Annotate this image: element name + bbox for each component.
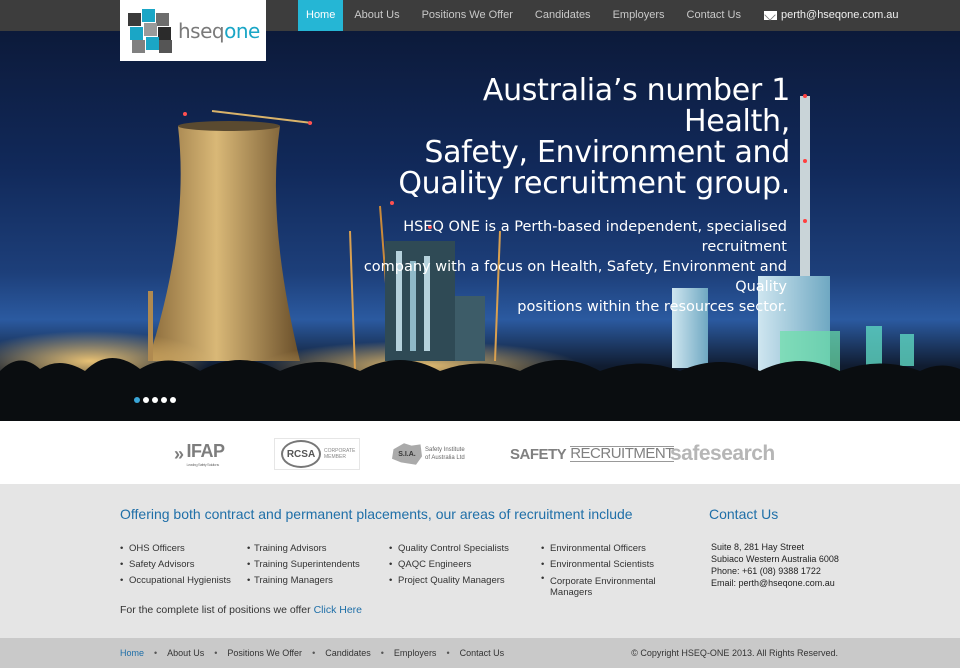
slider-dot-4[interactable] bbox=[161, 397, 167, 403]
list-item: Project Quality Managers bbox=[389, 573, 509, 589]
footer-link-home[interactable]: Home bbox=[120, 648, 144, 658]
footer-link-candidates[interactable]: Candidates bbox=[325, 648, 371, 658]
contact-heading: Contact Us bbox=[709, 506, 779, 522]
ifap-chevron-icon: » bbox=[174, 443, 184, 464]
list-item: Safety Advisors bbox=[120, 557, 231, 573]
mail-icon bbox=[763, 11, 777, 20]
safesearch-logo[interactable]: safesearch bbox=[670, 438, 775, 470]
ifap-logo[interactable]: » IFAP Leading Safety Solutions bbox=[174, 438, 225, 470]
click-here-link[interactable]: Click Here bbox=[314, 604, 362, 616]
slider-dot-1[interactable] bbox=[134, 397, 140, 403]
list-item: Quality Control Specialists bbox=[389, 541, 509, 557]
positions-list-prompt: For the complete list of positions we of… bbox=[120, 604, 363, 616]
contact-address-line-1: Suite 8, 281 Hay Street bbox=[711, 542, 805, 552]
footer-link-about-us[interactable]: About Us bbox=[167, 648, 204, 658]
contact-address-line-2: Subiaco Western Australia 6008 bbox=[711, 554, 839, 564]
hero-banner: Australia’s number 1 Health, Safety, Env… bbox=[0, 31, 960, 421]
slider-pagination bbox=[134, 397, 176, 403]
hero-headline: Australia’s number 1 Health, Safety, Env… bbox=[398, 73, 790, 201]
safety-recruitment-logo[interactable]: SAFETY RECRUITMENT bbox=[510, 438, 674, 470]
list-item: Environmental Officers bbox=[541, 541, 681, 557]
slider-dot-3[interactable] bbox=[152, 397, 158, 403]
slider-dot-2[interactable] bbox=[143, 397, 149, 403]
recruitment-areas-section: Offering both contract and permanent pla… bbox=[0, 484, 960, 638]
slider-dot-5[interactable] bbox=[170, 397, 176, 403]
footer-link-positions[interactable]: Positions We Offer bbox=[227, 648, 302, 658]
nav-about-us[interactable]: About Us bbox=[343, 0, 410, 31]
nav-candidates[interactable]: Candidates bbox=[524, 0, 602, 31]
list-item: Training Managers bbox=[247, 573, 360, 589]
main-nav: Home About Us Positions We Offer Candida… bbox=[298, 0, 910, 31]
list-item: OHS Officers bbox=[120, 541, 231, 557]
areas-column-1: OHS Officers Safety Advisors Occupationa… bbox=[120, 541, 231, 589]
list-item: Occupational Hygienists bbox=[120, 573, 231, 589]
list-item: Training Advisors bbox=[247, 541, 360, 557]
list-item: Corporate Environmental Managers bbox=[541, 573, 681, 598]
cube-logo-icon bbox=[128, 8, 172, 53]
copyright-text: © Copyright HSEQ-ONE 2013. All Rights Re… bbox=[631, 648, 838, 658]
rcsa-logo[interactable]: RCSA CORPORATE MEMBER bbox=[274, 438, 360, 470]
sia-logo[interactable]: S.I.A. Safety Institute of Australia Ltd bbox=[392, 438, 465, 470]
australia-map-icon: S.I.A. bbox=[392, 443, 422, 465]
footer-link-employers[interactable]: Employers bbox=[394, 648, 437, 658]
nav-home[interactable]: Home bbox=[298, 0, 344, 31]
contact-details: Suite 8, 281 Hay Street Subiaco Western … bbox=[711, 541, 839, 589]
nav-positions-we-offer[interactable]: Positions We Offer bbox=[411, 0, 524, 31]
list-item: Environmental Scientists bbox=[541, 557, 681, 573]
logo-wordmark: hseqone bbox=[178, 18, 260, 43]
nav-contact-us[interactable]: Contact Us bbox=[676, 0, 752, 31]
contact-phone: Phone: +61 (08) 9388 1722 bbox=[711, 566, 821, 576]
hero-description: HSEQ ONE is a Perth-based independent, s… bbox=[363, 219, 787, 315]
footer: Home • About Us • Positions We Offer • C… bbox=[0, 638, 960, 668]
hseq-one-logo[interactable]: hseqone bbox=[120, 0, 266, 61]
areas-column-3: Quality Control Specialists QAQC Enginee… bbox=[389, 541, 509, 589]
list-item: Training Superintendents bbox=[247, 557, 360, 573]
partner-logos: » IFAP Leading Safety Solutions RCSA COR… bbox=[0, 421, 960, 484]
list-item: QAQC Engineers bbox=[389, 557, 509, 573]
areas-column-4: Environmental Officers Environmental Sci… bbox=[541, 541, 681, 598]
contact-email[interactable]: Email: perth@hseqone.com.au bbox=[711, 577, 839, 589]
recruitment-areas-heading: Offering both contract and permanent pla… bbox=[120, 506, 633, 522]
nav-email-text: perth@hseqone.com.au bbox=[780, 9, 899, 21]
nav-employers[interactable]: Employers bbox=[602, 0, 676, 31]
nav-email-link[interactable]: perth@hseqone.com.au bbox=[752, 0, 910, 31]
areas-column-2: Training Advisors Training Superintenden… bbox=[247, 541, 360, 589]
footer-nav: Home • About Us • Positions We Offer • C… bbox=[120, 648, 505, 658]
footer-link-contact-us[interactable]: Contact Us bbox=[460, 648, 505, 658]
